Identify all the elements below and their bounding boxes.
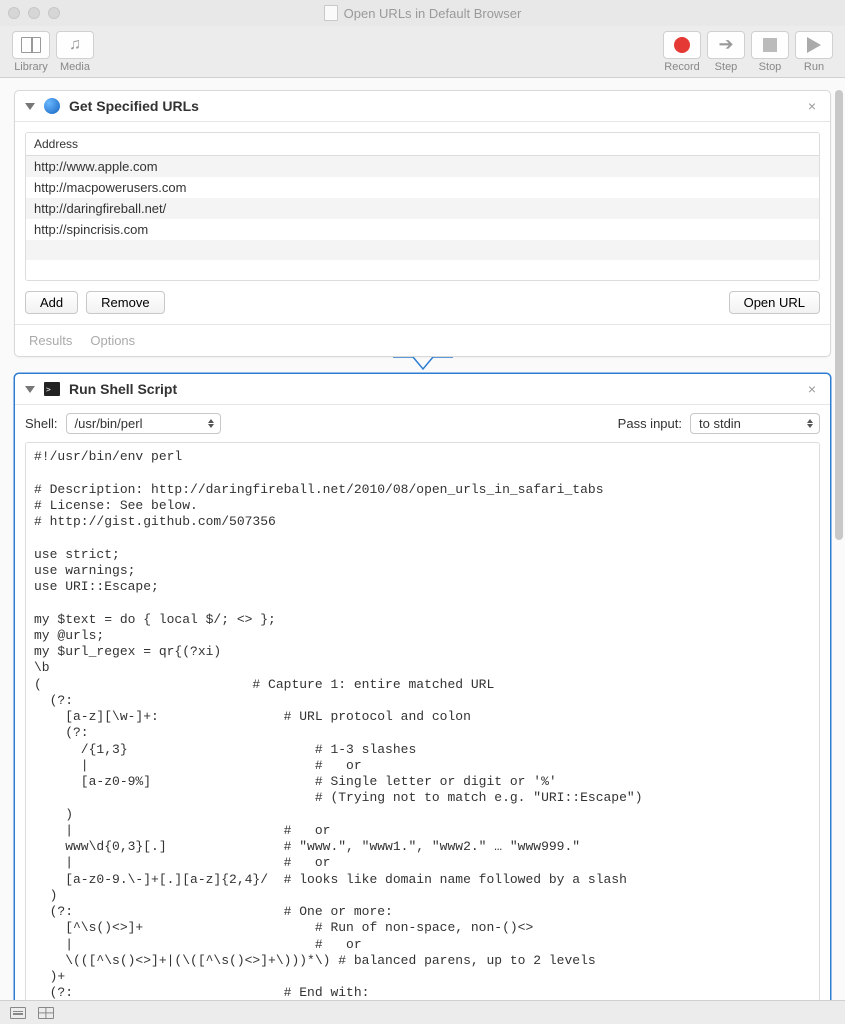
terminal-icon: [43, 380, 61, 398]
automator-window: Open URLs in Default Browser Library ♫ M…: [0, 0, 845, 1024]
safari-globe-icon: [43, 97, 61, 115]
run-button[interactable]: Run: [795, 31, 833, 73]
url-row-empty[interactable]: [26, 260, 819, 280]
window-title: Open URLs in Default Browser: [0, 5, 845, 21]
library-label: Library: [14, 61, 48, 73]
library-button[interactable]: Library: [12, 31, 50, 73]
action-header: Run Shell Script ×: [15, 374, 830, 405]
add-button[interactable]: Add: [25, 291, 78, 314]
action-get-specified-urls[interactable]: Get Specified URLs × Address http://www.…: [14, 90, 831, 357]
document-icon: [324, 5, 338, 21]
titlebar: Open URLs in Default Browser: [0, 0, 845, 26]
window-title-text: Open URLs in Default Browser: [344, 6, 522, 21]
action-title: Get Specified URLs: [69, 98, 804, 114]
url-row-empty[interactable]: [26, 240, 819, 260]
chevron-updown-icon: [208, 419, 214, 428]
remove-action-button[interactable]: ×: [804, 381, 820, 397]
action-footer: Results Options: [15, 324, 830, 356]
media-icon: ♫: [56, 31, 94, 59]
workflow-scrollbar[interactable]: [835, 90, 843, 540]
remove-action-button[interactable]: ×: [804, 98, 820, 114]
record-button[interactable]: Record: [663, 31, 701, 73]
open-url-button[interactable]: Open URL: [729, 291, 820, 314]
url-row[interactable]: http://macpowerusers.com: [26, 177, 819, 198]
library-icon: [12, 31, 50, 59]
workflow-area[interactable]: Get Specified URLs × Address http://www.…: [0, 78, 845, 1000]
url-table[interactable]: Address http://www.apple.com http://macp…: [25, 132, 820, 281]
statusbar: [0, 1000, 845, 1024]
disclosure-triangle-icon[interactable]: [25, 386, 35, 393]
record-icon: [663, 31, 701, 59]
media-button[interactable]: ♫ Media: [56, 31, 94, 73]
stop-icon: [751, 31, 789, 59]
action-header: Get Specified URLs ×: [15, 91, 830, 122]
address-column-header[interactable]: Address: [26, 133, 819, 156]
variables-view-button[interactable]: [38, 1007, 54, 1019]
action-connector: [14, 357, 831, 375]
shell-label: Shell:: [25, 416, 58, 431]
url-row[interactable]: http://www.apple.com: [26, 156, 819, 177]
pass-input-label: Pass input:: [618, 416, 682, 431]
step-label: Step: [715, 61, 738, 73]
run-label: Run: [804, 61, 824, 73]
stop-label: Stop: [759, 61, 782, 73]
action-run-shell-script[interactable]: Run Shell Script × Shell: /usr/bin/perl …: [14, 373, 831, 1000]
url-row[interactable]: http://spincrisis.com: [26, 219, 819, 240]
results-tab[interactable]: Results: [29, 333, 72, 348]
media-label: Media: [60, 61, 90, 73]
url-row[interactable]: http://daringfireball.net/: [26, 198, 819, 219]
step-button[interactable]: ➔ Step: [707, 31, 745, 73]
action-title: Run Shell Script: [69, 381, 804, 397]
toolbar: Library ♫ Media Record ➔ Step Stop Ru: [0, 26, 845, 78]
step-icon: ➔: [707, 31, 745, 59]
script-textarea[interactable]: #!/usr/bin/env perl # Description: http:…: [25, 442, 820, 1000]
record-label: Record: [664, 61, 699, 73]
disclosure-triangle-icon[interactable]: [25, 103, 35, 110]
pass-input-value: to stdin: [699, 416, 741, 431]
pass-input-select[interactable]: to stdin: [690, 413, 820, 434]
log-view-button[interactable]: [10, 1007, 26, 1019]
remove-button[interactable]: Remove: [86, 291, 164, 314]
shell-select[interactable]: /usr/bin/perl: [66, 413, 221, 434]
play-icon: [795, 31, 833, 59]
chevron-updown-icon: [807, 419, 813, 428]
options-tab[interactable]: Options: [90, 333, 135, 348]
shell-value: /usr/bin/perl: [75, 416, 143, 431]
stop-button[interactable]: Stop: [751, 31, 789, 73]
